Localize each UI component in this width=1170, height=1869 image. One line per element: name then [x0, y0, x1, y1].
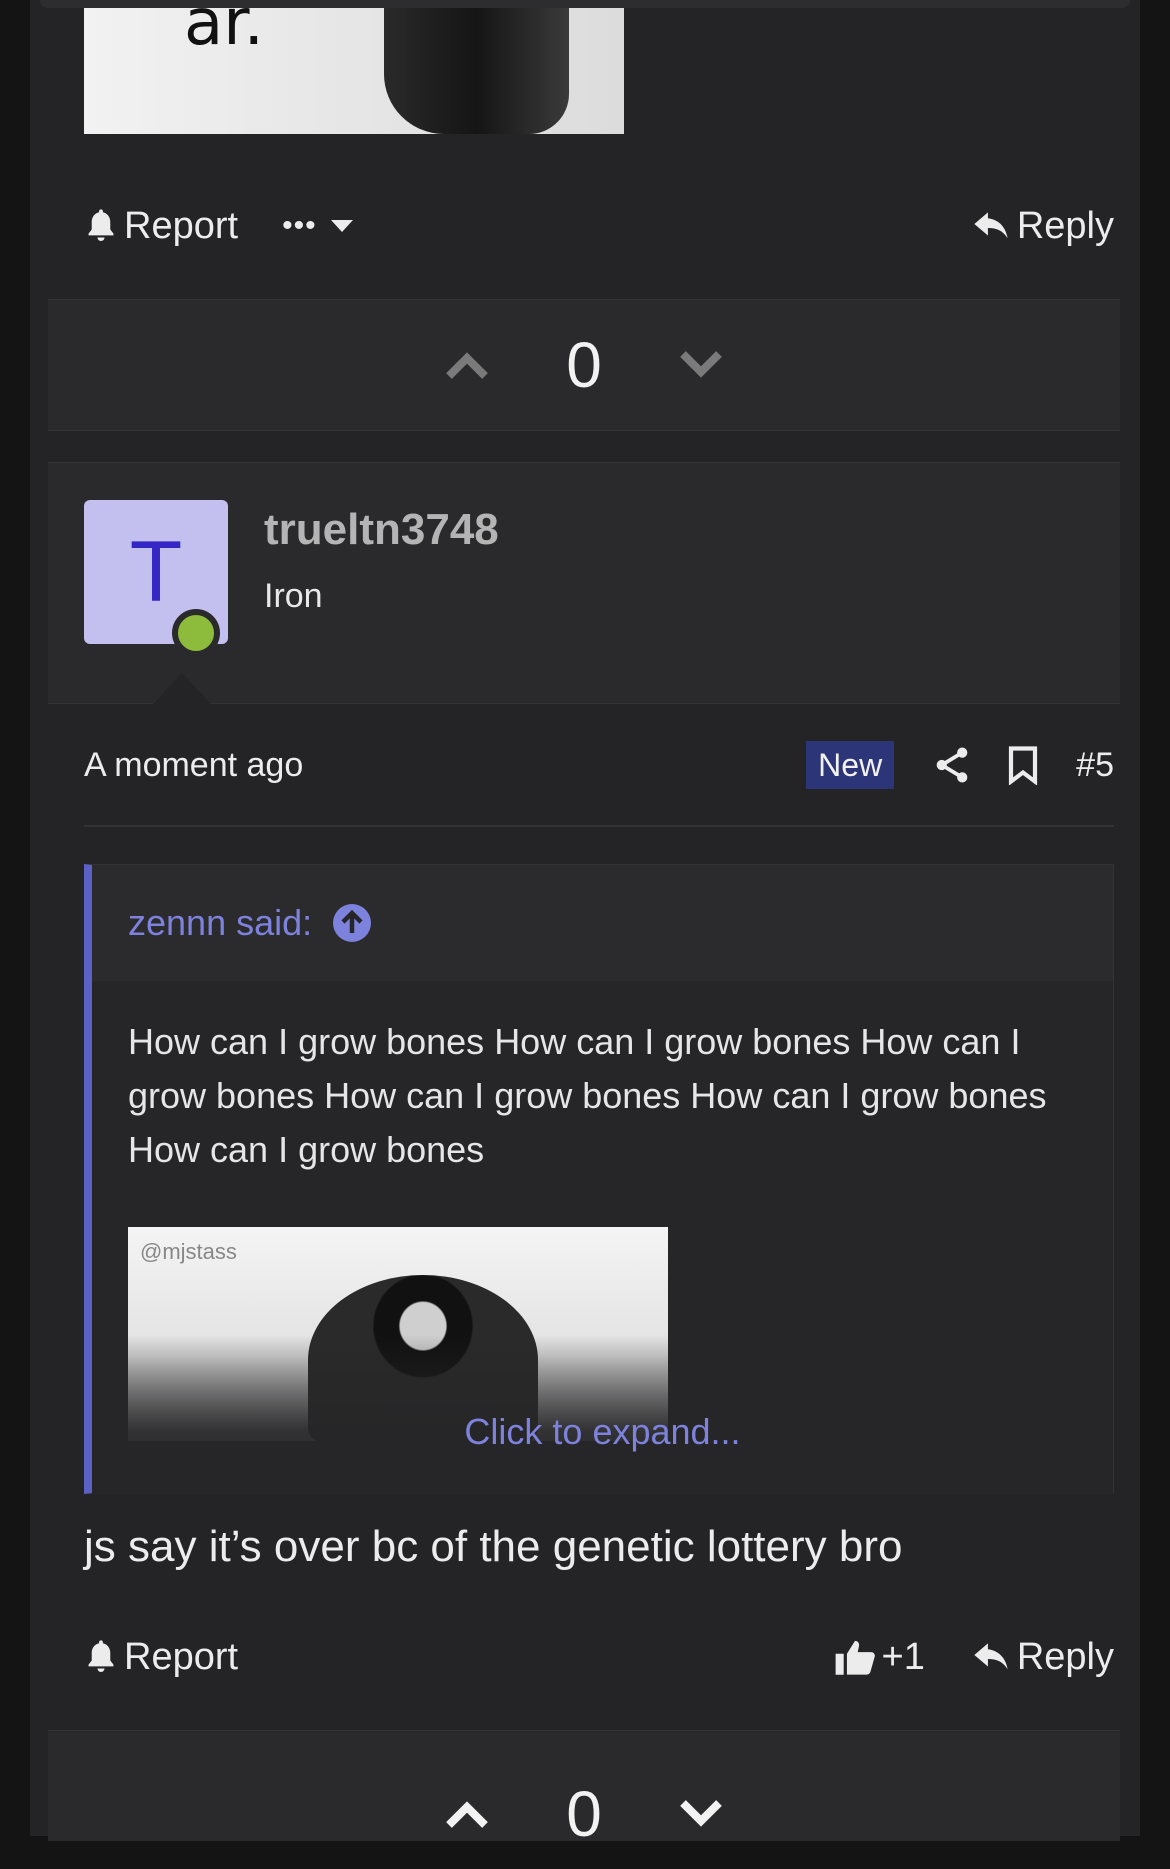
upvote-icon[interactable] [444, 350, 490, 380]
report-button[interactable]: Report [84, 1636, 238, 1679]
thread-page: ar. Report ••• Reply 0 T trueltn3748 Iro… [30, 0, 1140, 1850]
post-number[interactable]: #5 [1076, 746, 1114, 785]
image-watermark: @mjstass [140, 1239, 237, 1264]
thumbs-up-icon [835, 1640, 875, 1675]
previous-post-image-figure [384, 8, 569, 134]
bell-icon [88, 1640, 114, 1672]
username[interactable]: trueltn3748 [264, 505, 499, 555]
quote-header: zennn said: [92, 865, 1113, 981]
like-count: +1 [881, 1635, 925, 1678]
avatar-letter: T [129, 523, 183, 620]
reply-button[interactable]: Reply [973, 1636, 1114, 1679]
arrow-up-circle-icon[interactable] [332, 903, 372, 943]
online-status-indicator [172, 609, 220, 657]
previous-post-image[interactable]: ar. [84, 8, 624, 134]
previous-post-card-edge [40, 0, 1130, 8]
report-button[interactable]: Report [84, 205, 238, 248]
downvote-icon[interactable] [678, 350, 724, 380]
bell-icon [88, 209, 114, 241]
reply-icon [974, 1643, 1008, 1670]
vote-count: 0 [566, 329, 602, 401]
user-rank: Iron [264, 577, 323, 615]
upvote-icon[interactable] [444, 1799, 490, 1829]
report-label: Report [124, 1635, 239, 1678]
report-label: Report [124, 204, 239, 247]
bookmark-icon[interactable] [1008, 745, 1038, 785]
more-options-button[interactable]: ••• [282, 209, 355, 243]
post-meta: A moment ago New #5 [84, 736, 1114, 794]
more-icon: ••• [282, 209, 317, 242]
chevron-down-icon [330, 220, 353, 232]
post-timestamp[interactable]: A moment ago [84, 746, 303, 785]
quote-author[interactable]: zennn said: [128, 902, 312, 944]
share-icon[interactable] [934, 746, 970, 784]
meta-divider [84, 825, 1114, 827]
downvote-icon[interactable] [678, 1799, 724, 1829]
post-vote-bar: 0 [48, 1730, 1120, 1850]
post-author-block: T trueltn3748 Iron [48, 462, 1120, 705]
reply-label: Reply [1016, 1635, 1114, 1678]
quote-text: How can I grow bones How can I grow bone… [128, 1021, 1047, 1170]
quote-block: zennn said: How can I grow bones How can… [84, 864, 1114, 1495]
post-actions: Report +1 Reply [84, 1627, 1114, 1687]
author-pointer [152, 673, 212, 705]
reply-button[interactable]: Reply [973, 205, 1114, 248]
reply-icon [974, 212, 1008, 239]
post-body: js say it’s over bc of the genetic lotte… [84, 1522, 903, 1571]
like-button[interactable]: +1 [834, 1636, 925, 1679]
click-to-expand-link[interactable]: Click to expand... [92, 1411, 1113, 1453]
previous-post-image-text: ar. [184, 8, 264, 60]
previous-post-vote-bar: 0 [48, 299, 1120, 431]
reply-label: Reply [1016, 204, 1114, 247]
vote-count: 0 [566, 1778, 602, 1850]
new-badge: New [806, 741, 895, 789]
previous-post-actions: Report ••• Reply [84, 196, 1114, 256]
